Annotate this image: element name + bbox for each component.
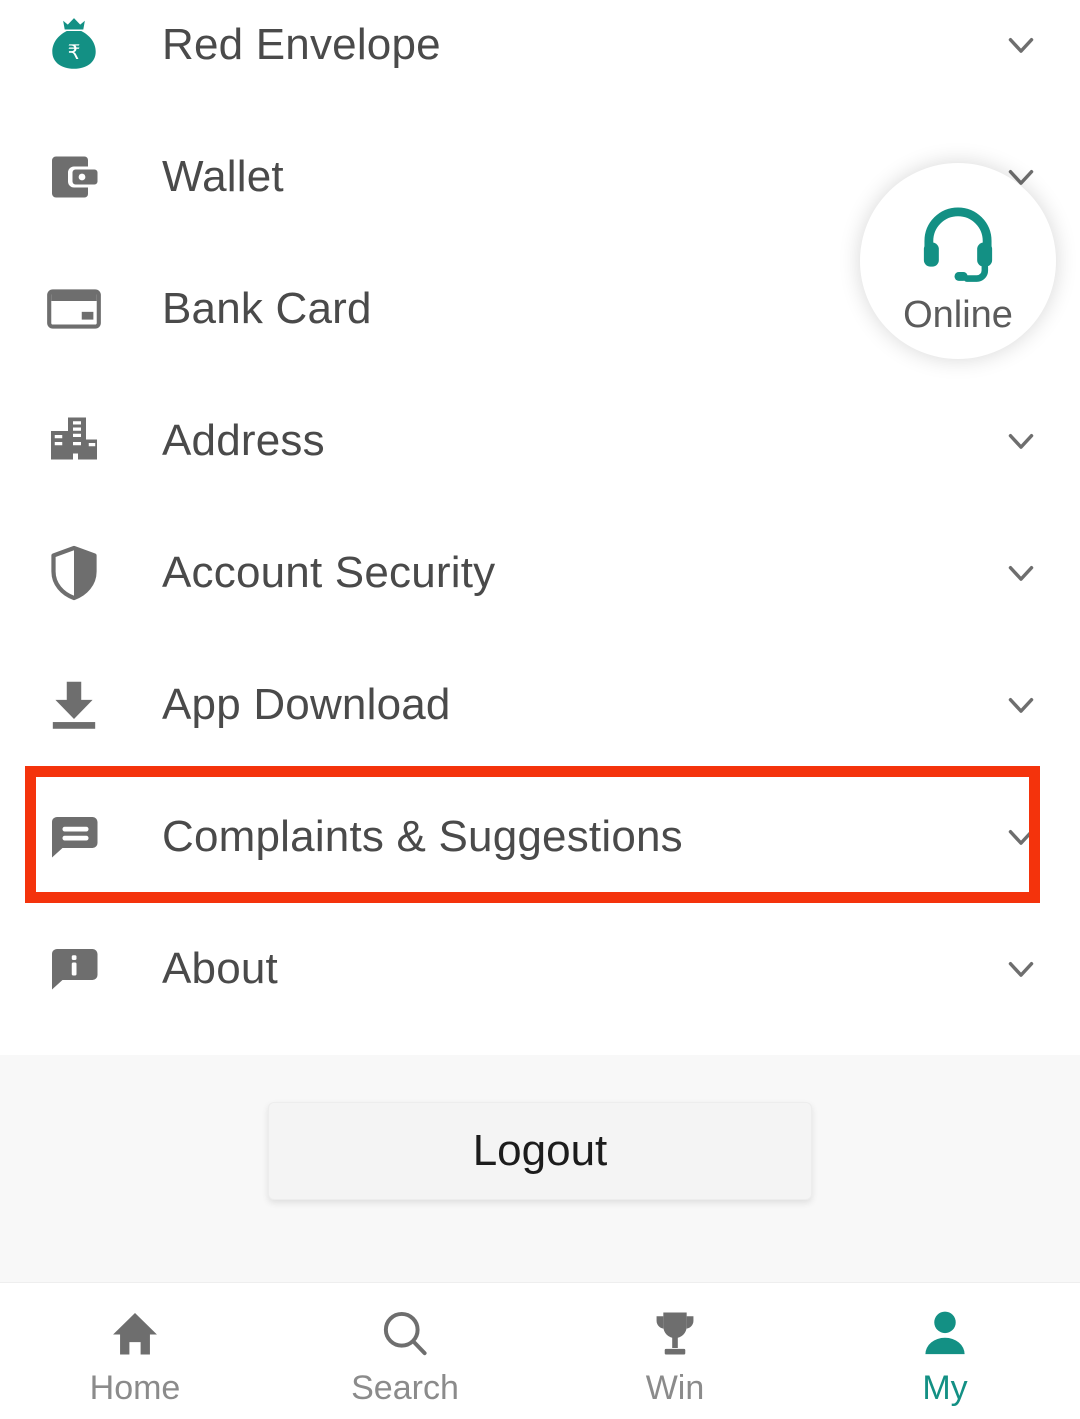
- bank-card-icon: [42, 277, 106, 341]
- tab-my[interactable]: My: [810, 1283, 1080, 1419]
- online-support-label: Online: [903, 293, 1013, 336]
- bottom-tab-bar: Home Search Win My: [0, 1282, 1080, 1419]
- menu-item-complaints-suggestions[interactable]: Complaints & Suggestions: [0, 771, 1080, 903]
- tab-search[interactable]: Search: [270, 1283, 540, 1419]
- app-screen: ₹ Red Envelope Wallet Bank Card Address …: [0, 0, 1080, 1419]
- menu-item-label: Red Envelope: [162, 20, 441, 69]
- download-icon: [42, 673, 106, 737]
- menu-item-address[interactable]: Address: [0, 375, 1080, 507]
- menu-item-label: App Download: [162, 680, 451, 729]
- chevron-down-icon[interactable]: [999, 419, 1043, 463]
- menu-item-about[interactable]: About: [0, 903, 1080, 1035]
- search-icon: [377, 1303, 433, 1365]
- menu-item-red-envelope[interactable]: ₹ Red Envelope: [0, 0, 1080, 111]
- tab-home[interactable]: Home: [0, 1283, 270, 1419]
- menu-item-label: Complaints & Suggestions: [162, 812, 683, 861]
- chevron-down-icon[interactable]: [999, 815, 1043, 859]
- menu-item-label: Wallet: [162, 152, 284, 201]
- info-bubble-icon: [42, 937, 106, 1001]
- menu-item-label: Account Security: [162, 548, 496, 597]
- money-bag-rupee-icon: ₹: [42, 13, 106, 77]
- headset-icon: [912, 195, 1004, 292]
- logout-button[interactable]: Logout: [268, 1102, 812, 1200]
- menu-item-account-security[interactable]: Account Security: [0, 507, 1080, 639]
- trophy-icon: [647, 1303, 703, 1365]
- tab-label: Search: [351, 1369, 459, 1407]
- online-support-button[interactable]: Online: [860, 163, 1056, 359]
- shield-icon: [42, 541, 106, 605]
- tab-label: Win: [645, 1369, 705, 1407]
- person-icon: [917, 1303, 973, 1365]
- chevron-down-icon[interactable]: [999, 947, 1043, 991]
- svg-text:₹: ₹: [68, 40, 81, 64]
- chevron-down-icon[interactable]: [999, 23, 1043, 67]
- chevron-down-icon[interactable]: [999, 551, 1043, 595]
- tab-label: My: [922, 1369, 968, 1407]
- menu-item-app-download[interactable]: App Download: [0, 639, 1080, 771]
- chat-message-icon: [42, 805, 106, 869]
- logout-section: Logout: [0, 1055, 1080, 1282]
- wallet-icon: [42, 145, 106, 209]
- building-icon: [42, 409, 106, 473]
- home-icon: [107, 1303, 163, 1365]
- chevron-down-icon[interactable]: [999, 683, 1043, 727]
- menu-item-label: About: [162, 944, 278, 993]
- tab-win[interactable]: Win: [540, 1283, 810, 1419]
- account-menu-list: ₹ Red Envelope Wallet Bank Card Address …: [0, 0, 1080, 1055]
- menu-item-label: Bank Card: [162, 284, 372, 333]
- tab-label: Home: [89, 1369, 181, 1407]
- menu-item-label: Address: [162, 416, 325, 465]
